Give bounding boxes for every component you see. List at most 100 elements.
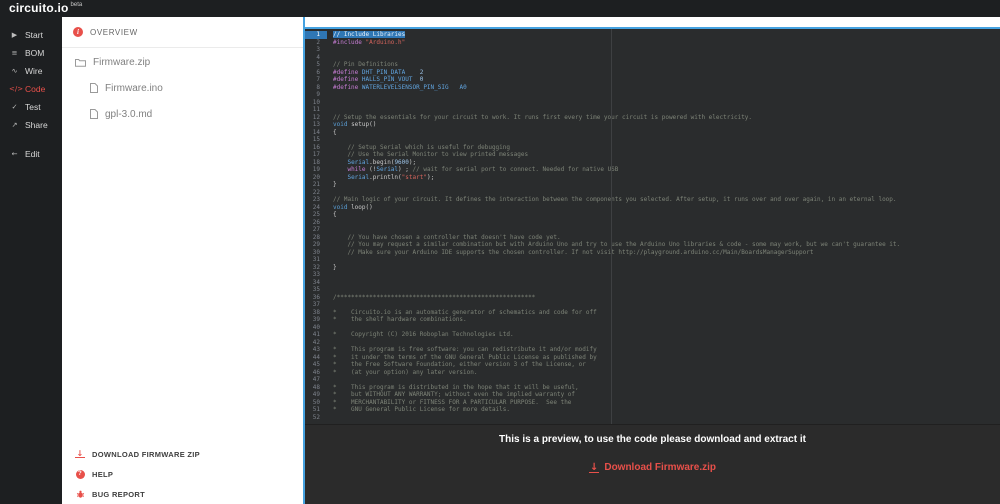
file-item-firmware.zip[interactable]: Firmware.zip bbox=[62, 49, 303, 75]
code-line[interactable]: 12 // Setup the essentials for your circu… bbox=[305, 114, 1000, 122]
code-line[interactable]: 4 bbox=[305, 54, 1000, 62]
file-item-gpl-3.0.md[interactable]: gpl-3.0.md bbox=[62, 101, 303, 127]
line-text bbox=[327, 99, 333, 107]
download-firmware-link[interactable]: ↓ Download Firmware.zip bbox=[588, 462, 717, 473]
code-line[interactable]: 6 #define DHT_PIN_DATA 2 bbox=[305, 69, 1000, 77]
line-text: // You have chosen a controller that doe… bbox=[333, 233, 561, 241]
code-line[interactable]: 42 bbox=[305, 339, 1000, 347]
panel-actions: ↓ DOWNLOAD FIRMWARE ZIP ? HELP BUG REPORT bbox=[62, 444, 303, 504]
file-item-firmware.ino[interactable]: Firmware.ino bbox=[62, 75, 303, 101]
sidebar-item-test[interactable]: ✓ Test bbox=[0, 98, 62, 116]
sidebar-item-share[interactable]: ↗ Share bbox=[0, 116, 62, 134]
code-line[interactable]: 16 // Setup Serial which is useful for d… bbox=[305, 144, 1000, 152]
line-text bbox=[327, 189, 333, 197]
action-bug-report[interactable]: BUG REPORT bbox=[62, 484, 303, 504]
line-text: /***************************************… bbox=[333, 293, 536, 301]
code-line[interactable]: 23 // Main logic of your circuit. It defi… bbox=[305, 196, 1000, 204]
wire-icon: ∿ bbox=[11, 67, 18, 75]
line-text: * (at your option) any later version. bbox=[333, 368, 478, 376]
action-label: DOWNLOAD FIRMWARE ZIP bbox=[92, 449, 200, 459]
app-logo[interactable]: circuito.io bbox=[9, 0, 69, 17]
line-number: 43 bbox=[312, 346, 320, 353]
code-line[interactable]: 15 bbox=[305, 136, 1000, 144]
code-line[interactable]: 36 /*************************************… bbox=[305, 294, 1000, 302]
line-text: // Use the Serial Monitor to view printe… bbox=[333, 151, 529, 158]
line-number: 45 bbox=[312, 361, 320, 368]
code-line[interactable]: 3 bbox=[305, 46, 1000, 54]
sidebar-item-wire[interactable]: ∿ Wire bbox=[0, 62, 62, 80]
code-line[interactable]: 44 * it under the terms of the GNU Genera… bbox=[305, 354, 1000, 362]
download-icon: ↓ bbox=[75, 449, 85, 458]
line-text: #define DHT_PIN_DATA 2 bbox=[333, 68, 424, 76]
code-line[interactable]: 11 bbox=[305, 106, 1000, 114]
code-line[interactable]: 32} bbox=[305, 264, 1000, 272]
code-line[interactable]: 41 * Copyright (C) 2016 Roboplan Technolo… bbox=[305, 331, 1000, 339]
line-number: 14 bbox=[312, 128, 320, 136]
sidebar-item-label: Start bbox=[25, 30, 43, 40]
code-line[interactable]: 31 bbox=[305, 256, 1000, 264]
line-number: 37 bbox=[312, 301, 320, 308]
code-line[interactable]: 47 bbox=[305, 376, 1000, 384]
sidebar-item-edit[interactable]: ← Edit bbox=[0, 145, 62, 163]
code-line[interactable]: 26 bbox=[305, 219, 1000, 227]
code-line[interactable]: 34 bbox=[305, 279, 1000, 287]
line-number: 40 bbox=[312, 323, 320, 331]
code-line[interactable]: 2 #include "Arduino.h" bbox=[305, 39, 1000, 47]
line-text bbox=[327, 279, 333, 287]
line-text: * This program is distributed in the hop… bbox=[333, 383, 579, 391]
code-line[interactable]: 8 #define WATERLEVELSENSOR_PIN_SIG A0 bbox=[305, 84, 1000, 92]
code-line[interactable]: 18 Serial.begin(9600); bbox=[305, 159, 1000, 167]
code-line[interactable]: 35 bbox=[305, 286, 1000, 294]
line-text: // Include Libraries bbox=[333, 31, 406, 38]
sidebar-item-bom[interactable]: ≡ BOM bbox=[0, 44, 62, 62]
line-number: 46 bbox=[312, 368, 320, 376]
line-number: 15 bbox=[312, 136, 320, 143]
code-line[interactable]: 22 bbox=[305, 189, 1000, 197]
code-line[interactable]: 37 bbox=[305, 301, 1000, 309]
code-line[interactable]: 14 { bbox=[305, 129, 1000, 137]
line-number: 21 bbox=[312, 181, 320, 188]
code-line[interactable]: 46 * (at your option) any later version. bbox=[305, 369, 1000, 377]
sidebar-item-start[interactable]: ▶ Start bbox=[0, 26, 62, 44]
code-line[interactable]: 38 * Circuito.io is an automatic generato… bbox=[305, 309, 1000, 317]
code-line[interactable]: 20 Serial.println("start"); bbox=[305, 174, 1000, 182]
code-line[interactable]: 10 bbox=[305, 99, 1000, 107]
line-text: Serial.begin(9600); bbox=[347, 158, 417, 166]
code-line[interactable]: 39 * the shelf hardware combinations. bbox=[305, 316, 1000, 324]
sidebar-item-code[interactable]: </> Code bbox=[0, 80, 62, 98]
download-link-label: Download Firmware.zip bbox=[604, 462, 717, 473]
code-line[interactable]: 24 void loop() bbox=[305, 204, 1000, 212]
code-line[interactable]: 19 while (!Serial) ; // wait for serial … bbox=[305, 166, 1000, 174]
code-line[interactable]: 51 * GNU General Public License for more … bbox=[305, 406, 1000, 414]
code-line[interactable]: 28 // You have chosen a controller that … bbox=[305, 234, 1000, 242]
action-help[interactable]: ? HELP bbox=[62, 464, 303, 484]
code-line[interactable]: 29 // You may request a similar combinat… bbox=[305, 241, 1000, 249]
code-line[interactable]: 13 void setup() bbox=[305, 121, 1000, 129]
code-line[interactable]: 5 // Pin Definitions bbox=[305, 61, 1000, 69]
code-line[interactable]: 45 * the Free Software Foundation, either… bbox=[305, 361, 1000, 369]
code-line[interactable]: 21} bbox=[305, 181, 1000, 189]
file-name: Firmware.zip bbox=[93, 56, 151, 68]
code-line[interactable]: 30 // Make sure your Arduino IDE support… bbox=[305, 249, 1000, 257]
line-number: 10 bbox=[312, 98, 320, 106]
code-line[interactable]: 40 bbox=[305, 324, 1000, 332]
code-line[interactable]: 33 bbox=[305, 271, 1000, 279]
code-line[interactable]: 50 * MERCHANTABILITY or FITNESS FOR A PAR… bbox=[305, 399, 1000, 407]
code-line[interactable]: 9 bbox=[305, 91, 1000, 99]
code-editor[interactable]: 1 // Include Libraries 2 #include "Arduino.… bbox=[305, 27, 1000, 424]
code-line[interactable]: 1 // Include Libraries bbox=[305, 31, 1000, 39]
code-line[interactable]: 27 bbox=[305, 226, 1000, 234]
code-line[interactable]: 17 // Use the Serial Monitor to view pri… bbox=[305, 151, 1000, 159]
file-panel: i OVERVIEW Firmware.zip Firmware.ino gpl-3… bbox=[62, 17, 303, 504]
code-line[interactable]: 7 #define HALLS_PIN_VOUT 0 bbox=[305, 76, 1000, 84]
code-line[interactable]: 43 * This program is free software: you c… bbox=[305, 346, 1000, 354]
code-line[interactable]: 25 { bbox=[305, 211, 1000, 219]
line-text: while (!Serial) ; // wait for serial por… bbox=[347, 166, 619, 173]
action-download-firmware-zip[interactable]: ↓ DOWNLOAD FIRMWARE ZIP bbox=[62, 444, 303, 464]
line-number: 32 bbox=[312, 263, 320, 271]
line-number: 23 bbox=[312, 196, 320, 203]
code-line[interactable]: 49 * but WITHOUT ANY WARRANTY; without ev… bbox=[305, 391, 1000, 399]
code-line[interactable]: 52 bbox=[305, 414, 1000, 422]
code-line[interactable]: 48 * This program is distributed in the h… bbox=[305, 384, 1000, 392]
overview-row[interactable]: i OVERVIEW bbox=[62, 17, 303, 48]
